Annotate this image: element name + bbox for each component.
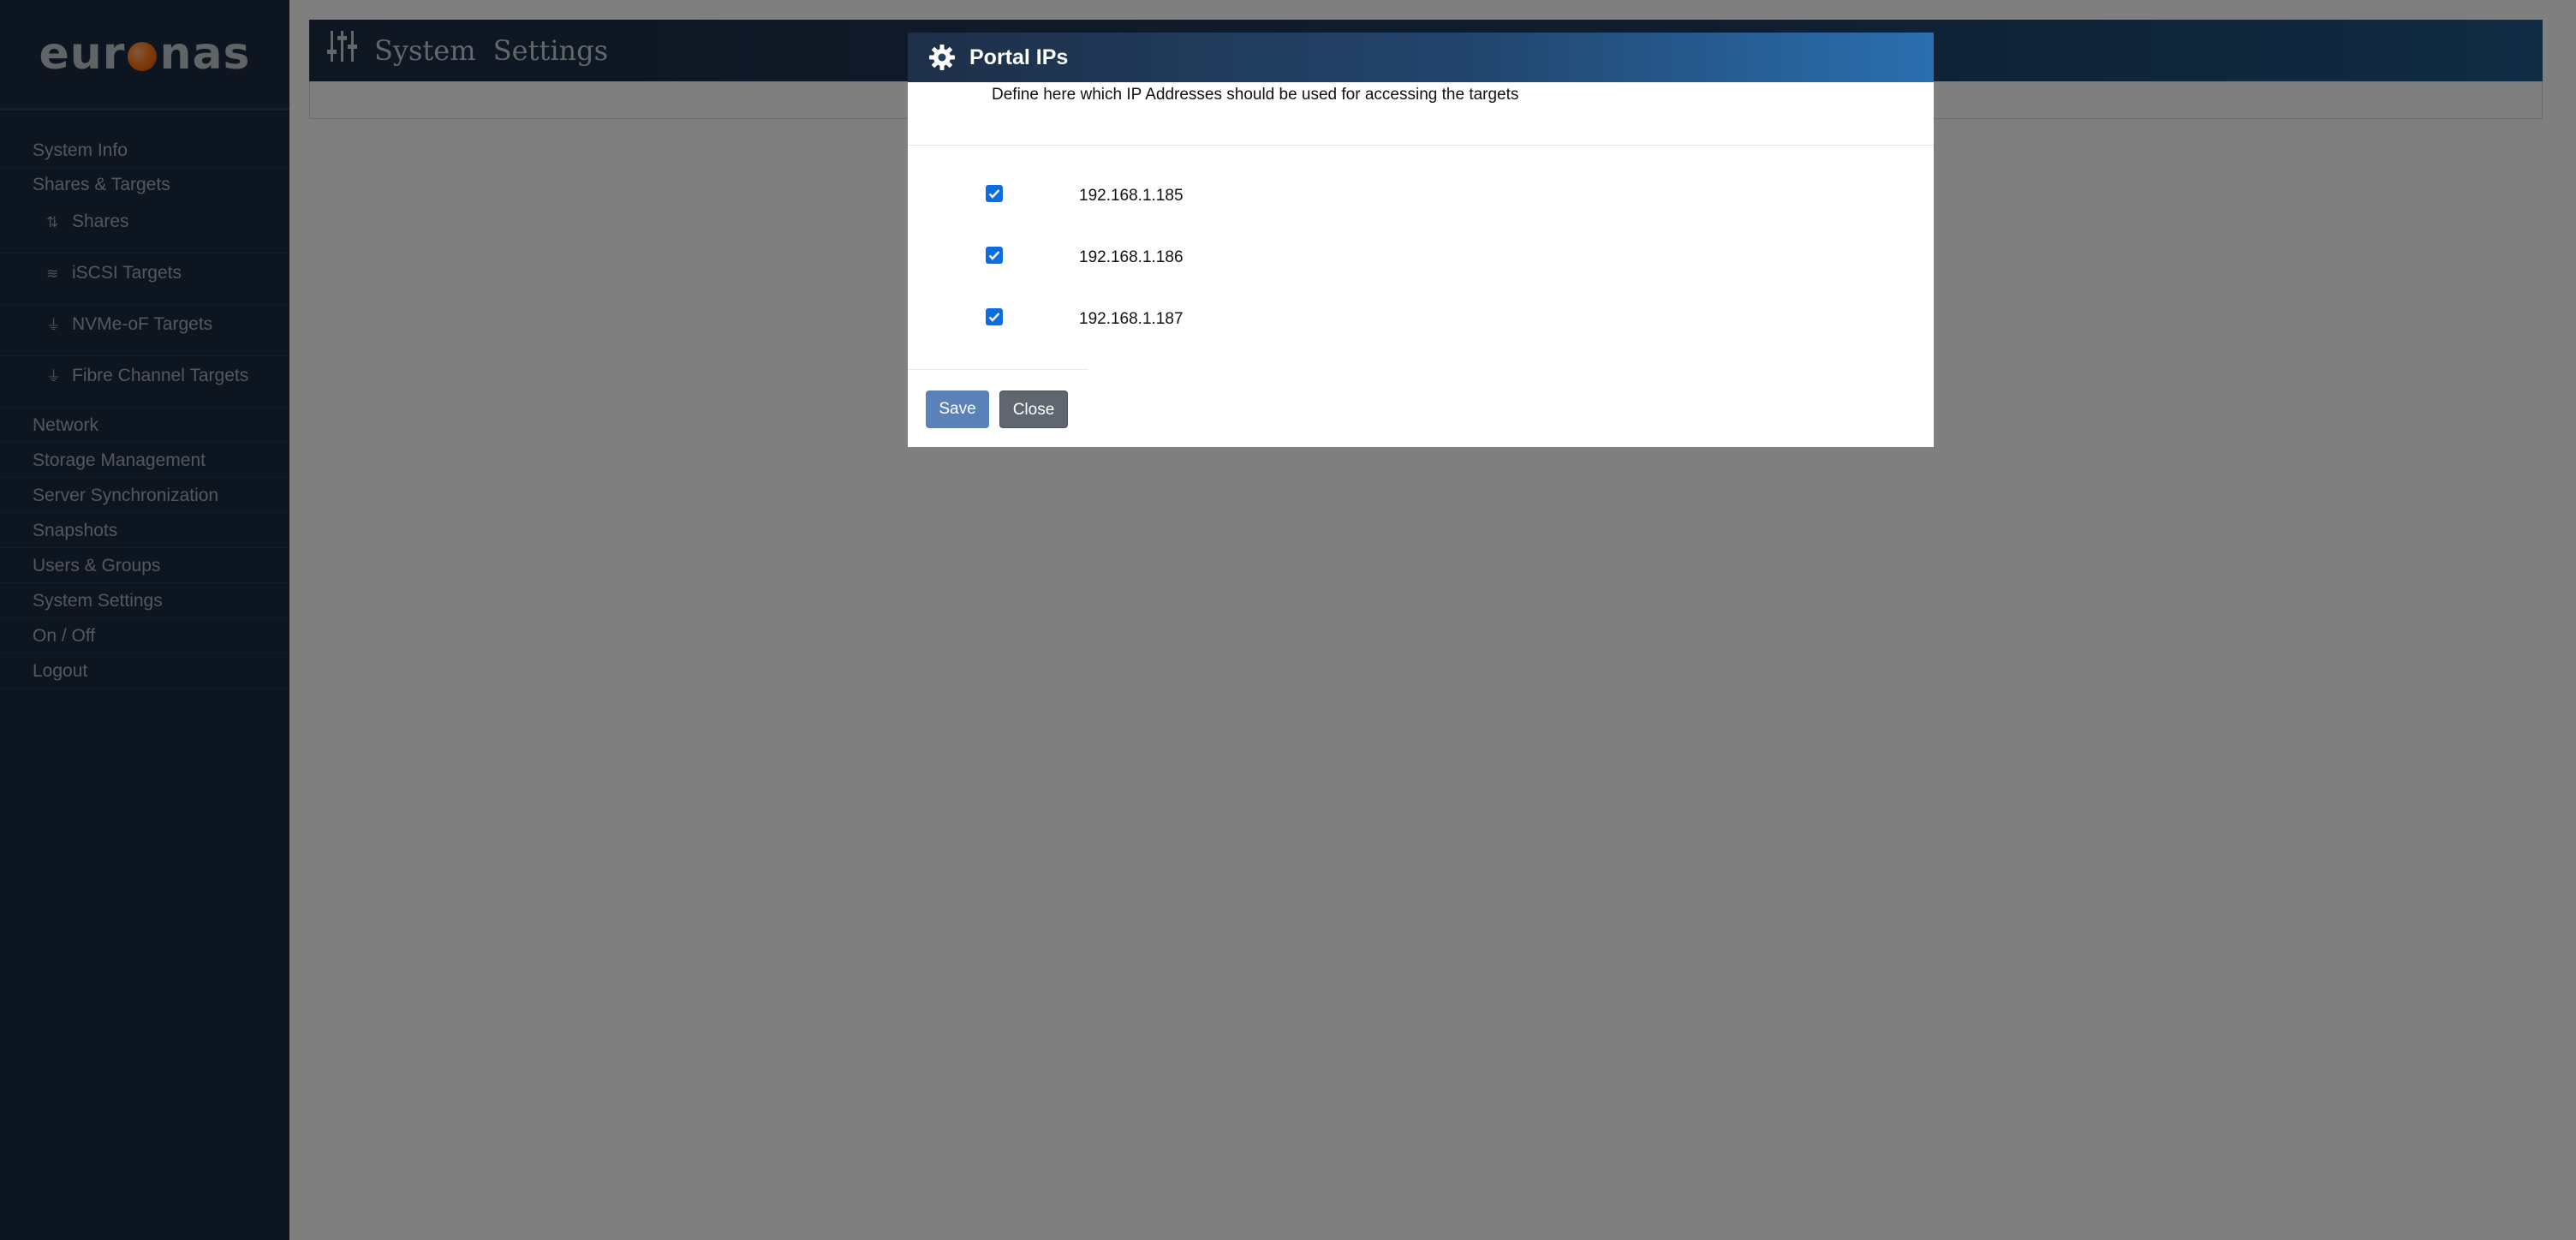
portal-ips-dialog: Portal IPs Define here which IP Addresse…	[908, 33, 1934, 447]
gear-icon	[929, 45, 955, 70]
save-button[interactable]: Save	[926, 390, 989, 428]
ip-row: 192.168.1.187	[908, 308, 1507, 343]
dialog-header: Portal IPs	[908, 33, 1934, 82]
checkmark-icon	[988, 251, 1000, 260]
dialog-description: Define here which IP Addresses should be…	[992, 86, 1519, 104]
ip-address-label: 192.168.1.186	[1079, 248, 1184, 266]
ip-checkbox[interactable]	[986, 308, 1003, 325]
ip-checkbox[interactable]	[986, 185, 1003, 202]
ip-row: 192.168.1.186	[908, 247, 1507, 281]
ip-checkbox[interactable]	[986, 247, 1003, 264]
dialog-title: Portal IPs	[969, 45, 1069, 69]
divider	[908, 145, 1934, 146]
ip-row: 192.168.1.185	[908, 185, 1507, 219]
checkmark-icon	[988, 189, 1000, 199]
ip-address-label: 192.168.1.187	[1079, 310, 1184, 328]
checkmark-icon	[988, 313, 1000, 322]
close-button[interactable]: Close	[999, 390, 1068, 428]
divider	[908, 369, 1088, 370]
ip-address-label: 192.168.1.185	[1079, 187, 1184, 205]
